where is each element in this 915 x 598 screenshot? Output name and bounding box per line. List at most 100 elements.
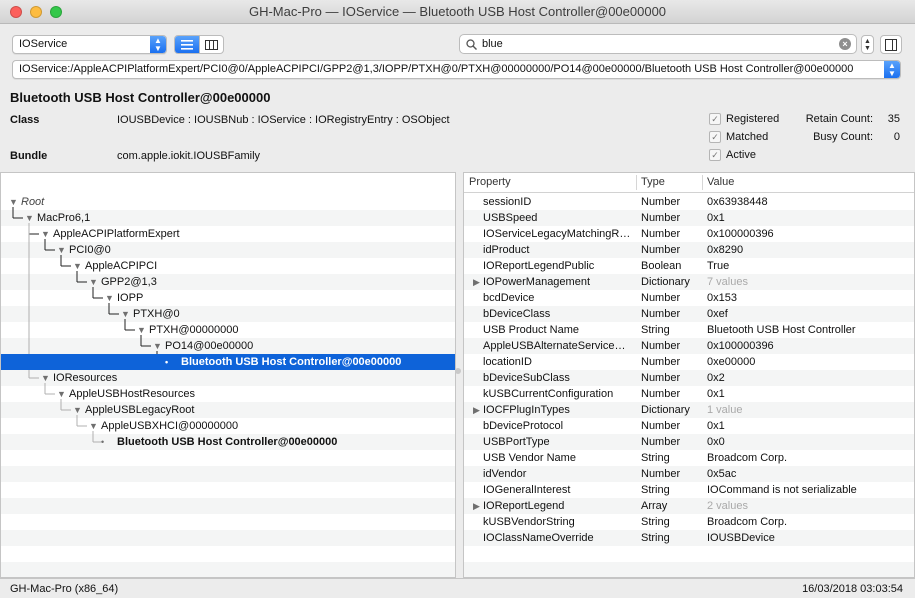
tree-row-selected[interactable]: • Bluetooth USB Host Controller@00e00000 xyxy=(1,354,455,370)
tree-row[interactable]: ▼ Root xyxy=(1,194,455,210)
tree-row[interactable]: ▼ AppleACPIPlatformExpert xyxy=(1,226,455,242)
disclosure-triangle-icon[interactable]: ▼ xyxy=(89,418,98,434)
property-row[interactable]: ▶ IOReportLegend Array 2 values xyxy=(464,498,914,514)
property-row[interactable]: sessionID Number 0x63938448 xyxy=(464,194,914,210)
property-value-cell[interactable]: 0x100000396 xyxy=(707,338,912,354)
tree-row[interactable]: ▼ PO14@00e00000 xyxy=(1,338,455,354)
tree-row[interactable]: ▼ MacPro6,1 xyxy=(1,210,455,226)
property-value-cell[interactable]: 7 values xyxy=(707,274,912,290)
property-value-cell[interactable]: 0xef xyxy=(707,306,912,322)
property-value-cell[interactable]: IOUSBDevice xyxy=(707,530,912,546)
property-value-cell[interactable]: 0x2 xyxy=(707,370,912,386)
disclosure-triangle-icon[interactable]: ▶ xyxy=(473,498,480,514)
search-field[interactable]: blue × xyxy=(459,34,857,54)
registry-path-select[interactable]: IOService:/AppleACPIPlatformExpert/PCI0@… xyxy=(12,60,901,79)
property-row[interactable]: bcdDevice Number 0x153 xyxy=(464,290,914,306)
property-row[interactable]: bDeviceProtocol Number 0x1 xyxy=(464,418,914,434)
disclosure-triangle-icon[interactable]: ▼ xyxy=(41,370,50,386)
property-row[interactable]: ▶ IOCFPlugInTypes Dictionary 1 value xyxy=(464,402,914,418)
disclosure-triangle-icon[interactable]: ▼ xyxy=(137,322,146,338)
property-value-cell[interactable]: True xyxy=(707,258,912,274)
property-value-cell[interactable]: 0x63938448 xyxy=(707,194,912,210)
disclosure-triangle-icon[interactable]: ▶ xyxy=(473,402,480,418)
disclosure-triangle-icon[interactable]: ▼ xyxy=(9,194,18,210)
property-value-cell[interactable]: Bluetooth USB Host Controller xyxy=(707,322,912,338)
disclosure-triangle-icon[interactable]: ▼ xyxy=(73,402,82,418)
property-type-cell: String xyxy=(641,516,670,528)
outline-view-button[interactable] xyxy=(175,36,199,53)
tree-row[interactable]: ▼ GPP2@1,3 xyxy=(1,274,455,290)
disclosure-triangle-icon[interactable]: ▼ xyxy=(57,386,66,402)
title-bar[interactable]: GH-Mac-Pro — IOService — Bluetooth USB H… xyxy=(0,0,915,24)
property-row[interactable]: USBPortType Number 0x0 xyxy=(464,434,914,450)
property-value-cell[interactable]: 0x5ac xyxy=(707,466,912,482)
property-row[interactable]: USB Product Name String Bluetooth USB Host… xyxy=(464,322,914,338)
property-value-cell[interactable]: Broadcom Corp. xyxy=(707,450,912,466)
tree-row-label: IOPP xyxy=(117,292,144,304)
property-row[interactable]: kUSBVendorString String Broadcom Corp. xyxy=(464,514,914,530)
property-row[interactable]: USBSpeed Number 0x1 xyxy=(464,210,914,226)
property-value-cell[interactable]: 2 values xyxy=(707,498,912,514)
column-view-button[interactable] xyxy=(199,36,223,53)
property-row[interactable]: locationID Number 0xe00000 xyxy=(464,354,914,370)
property-row[interactable]: kUSBCurrentConfiguration Number 0x1 xyxy=(464,386,914,402)
split-view-divider[interactable] xyxy=(455,368,461,374)
search-input[interactable]: blue xyxy=(482,38,503,50)
disclosure-triangle-icon[interactable]: ▼ xyxy=(25,210,34,226)
property-row[interactable]: IOClassNameOverride String IOUSBDevice xyxy=(464,530,914,546)
property-value-cell[interactable]: 0x1 xyxy=(707,418,912,434)
disclosure-triangle-icon[interactable]: ▼ xyxy=(89,274,98,290)
disclosure-triangle-icon[interactable]: ▶ xyxy=(473,274,480,290)
disclosure-triangle-icon[interactable]: ▼ xyxy=(57,242,66,258)
property-value-cell[interactable]: 0x1 xyxy=(707,386,912,402)
property-row[interactable]: USB Vendor Name String Broadcom Corp. xyxy=(464,450,914,466)
property-row[interactable]: AppleUSBAlternateServiceRegistryID Number… xyxy=(464,338,914,354)
property-row[interactable]: IOGeneralInterest String IOCommand is not … xyxy=(464,482,914,498)
view-mode-segmented-control[interactable] xyxy=(174,35,224,54)
property-row[interactable]: bDeviceClass Number 0xef xyxy=(464,306,914,322)
property-row[interactable]: ▶ IOPowerManagement Dictionary 7 values xyxy=(464,274,914,290)
plane-select[interactable]: IOService ▲ ▼ xyxy=(12,35,167,54)
disclosure-triangle-icon[interactable]: ▼ xyxy=(121,306,130,322)
disclosure-triangle-icon[interactable]: ▼ xyxy=(41,226,50,242)
registry-tree[interactable]: ▼ Root ▼ MacPro6,1 ▼ AppleACPIPlatformExpert ▼… xyxy=(0,172,456,578)
disclosure-triangle-icon[interactable]: ▼ xyxy=(153,338,162,354)
tree-row[interactable]: • Bluetooth USB Host Controller@00e00000 xyxy=(1,434,455,450)
property-row[interactable]: bDeviceSubClass Number 0x2 xyxy=(464,370,914,386)
property-value-cell[interactable]: 0x0 xyxy=(707,434,912,450)
property-value-cell[interactable]: 0x153 xyxy=(707,290,912,306)
tree-row[interactable]: ▼ PCI0@0 xyxy=(1,242,455,258)
column-header-property[interactable]: Property xyxy=(469,176,511,188)
property-table[interactable]: Property Type Value sessionID Number 0x639… xyxy=(463,172,915,578)
property-value-cell[interactable]: 0x1 xyxy=(707,210,912,226)
property-row[interactable]: IOServiceLegacyMatchingRegistryID Number 0… xyxy=(464,226,914,242)
tree-row-label: PTXH@0 xyxy=(133,308,180,320)
inspector-toggle-button[interactable] xyxy=(880,35,902,54)
column-header-value[interactable]: Value xyxy=(707,176,734,188)
tree-row[interactable]: ▼ PTXH@0 xyxy=(1,306,455,322)
tree-row[interactable]: ▼ IOResources xyxy=(1,370,455,386)
property-value-cell[interactable]: 1 value xyxy=(707,402,912,418)
disclosure-triangle-icon[interactable]: ▼ xyxy=(105,290,114,306)
tree-row[interactable]: ▼ AppleACPIPCI xyxy=(1,258,455,274)
tree-row[interactable]: ▼ AppleUSBLegacyRoot xyxy=(1,402,455,418)
tree-row[interactable]: ▼ IOPP xyxy=(1,290,455,306)
tree-row[interactable]: ▼ AppleUSBHostResources xyxy=(1,386,455,402)
property-value-cell[interactable]: 0x100000396 xyxy=(707,226,912,242)
retain-count-value: 35 xyxy=(887,113,900,125)
property-value-cell[interactable]: 0x8290 xyxy=(707,242,912,258)
property-row[interactable]: idProduct Number 0x8290 xyxy=(464,242,914,258)
property-row[interactable]: idVendor Number 0x5ac xyxy=(464,466,914,482)
tree-row-label: Bluetooth USB Host Controller@00e00000 xyxy=(117,436,338,448)
tree-row[interactable]: ▼ PTXH@00000000 xyxy=(1,322,455,338)
property-value-cell[interactable]: Broadcom Corp. xyxy=(707,514,912,530)
disclosure-triangle-icon[interactable]: ▼ xyxy=(73,258,82,274)
property-value-cell[interactable]: 0xe00000 xyxy=(707,354,912,370)
search-options-stepper[interactable]: ▲ ▼ xyxy=(861,35,874,54)
column-header-type[interactable]: Type xyxy=(641,176,665,188)
property-row[interactable]: IOReportLegendPublic Boolean True xyxy=(464,258,914,274)
property-value-cell[interactable]: IOCommand is not serializable xyxy=(707,482,912,498)
clear-search-icon[interactable]: × xyxy=(839,38,851,50)
tree-row[interactable]: ▼ AppleUSBXHCI@00000000 xyxy=(1,418,455,434)
property-type-cell: Number xyxy=(641,436,681,448)
